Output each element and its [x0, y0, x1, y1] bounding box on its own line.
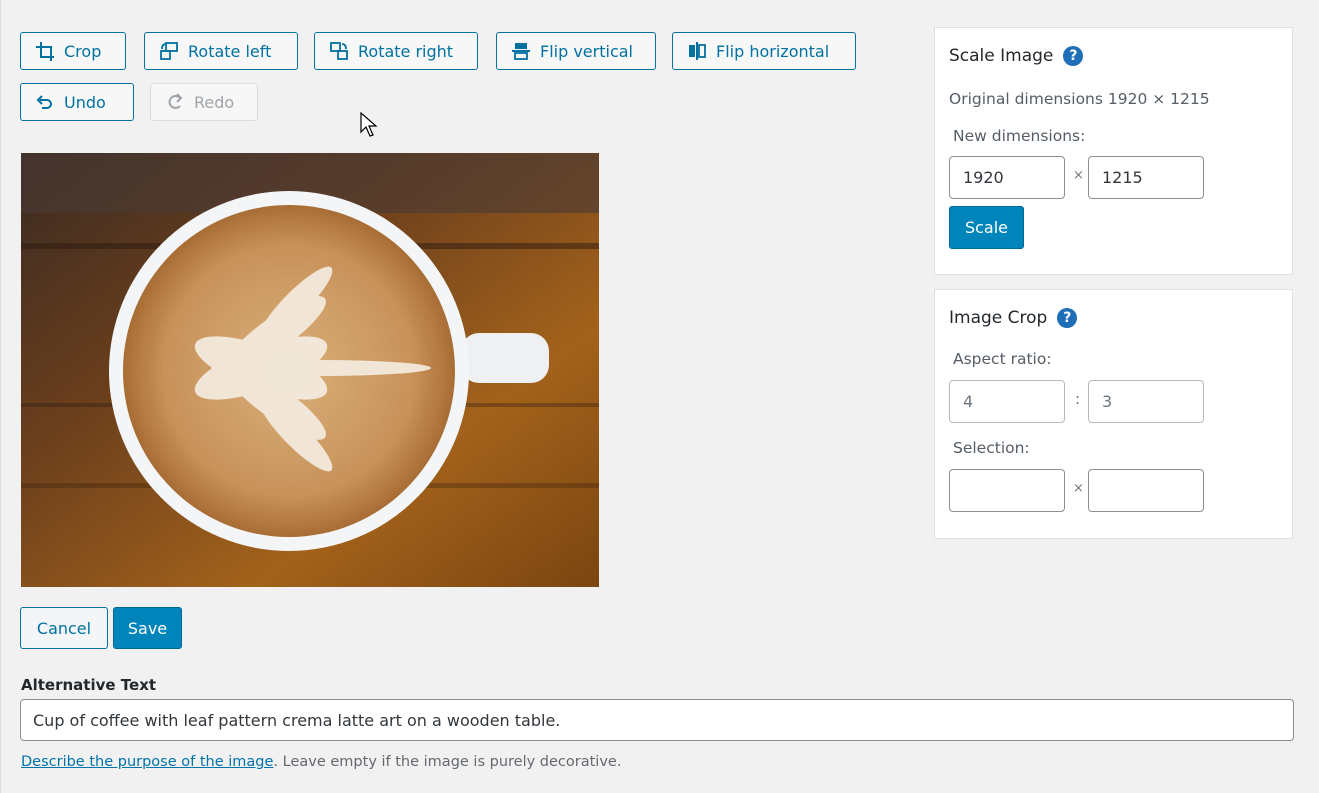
- rotate-left-button[interactable]: Rotate left: [144, 32, 298, 70]
- coffee-photo: [21, 153, 599, 587]
- flip-horizontal-label: Flip horizontal: [716, 41, 830, 61]
- undo-label: Undo: [64, 92, 106, 112]
- aspect-width-input[interactable]: 4: [949, 380, 1065, 423]
- scale-separator: ×: [1073, 168, 1084, 183]
- edited-image[interactable]: [21, 153, 599, 587]
- cancel-button[interactable]: Cancel: [20, 607, 108, 649]
- crop-icon: [36, 42, 54, 61]
- flip-horizontal-icon: [689, 42, 706, 60]
- selection-width-input[interactable]: [949, 469, 1065, 512]
- save-button[interactable]: Save: [113, 607, 182, 649]
- selection-label: Selection:: [953, 439, 1030, 457]
- aspect-height-input[interactable]: 3: [1088, 380, 1204, 423]
- redo-icon: [168, 93, 183, 109]
- alt-text-help: Describe the purpose of the image. Leave…: [21, 754, 621, 770]
- scale-width-input[interactable]: 1920: [949, 156, 1065, 199]
- rotate-left-label: Rotate left: [188, 41, 272, 61]
- original-dimensions: Original dimensions 1920 × 1215: [949, 90, 1210, 108]
- rotate-right-icon: [330, 42, 348, 60]
- help-icon[interactable]: ?: [1057, 308, 1078, 328]
- rotate-right-button[interactable]: Rotate right: [314, 32, 478, 70]
- scale-title-text: Scale Image: [949, 46, 1054, 66]
- flip-vertical-label: Flip vertical: [540, 41, 633, 61]
- redo-label: Redo: [194, 92, 235, 112]
- alt-help-text: . Leave empty if the image is purely dec…: [273, 754, 622, 770]
- undo-icon: [36, 95, 52, 109]
- crop-label: Crop: [64, 41, 102, 61]
- new-dimensions-label: New dimensions:: [953, 127, 1086, 145]
- redo-button[interactable]: Redo: [150, 83, 258, 121]
- scale-panel-title: Scale Image ?: [949, 46, 1084, 66]
- flip-horizontal-button[interactable]: Flip horizontal: [672, 32, 856, 70]
- alt-text-label: Alternative Text: [21, 676, 157, 694]
- image-crop-panel: Image Crop ? Aspect ratio: 4 : 3 Selecti…: [934, 289, 1293, 539]
- crop-panel-title: Image Crop ?: [949, 308, 1078, 328]
- scale-height-input[interactable]: 1215: [1088, 156, 1204, 199]
- scale-image-panel: Scale Image ? Original dimensions 1920 ×…: [934, 27, 1293, 275]
- selection-separator: ×: [1073, 481, 1084, 496]
- alt-text-input[interactable]: Cup of coffee with leaf pattern crema la…: [20, 699, 1294, 741]
- flip-vertical-icon: [512, 43, 530, 60]
- aspect-separator: :: [1075, 390, 1081, 408]
- crop-button[interactable]: Crop: [20, 32, 126, 70]
- undo-button[interactable]: Undo: [20, 83, 134, 121]
- describe-purpose-link[interactable]: Describe the purpose of the image: [21, 754, 273, 770]
- selection-height-input[interactable]: [1088, 469, 1204, 512]
- rotate-right-label: Rotate right: [358, 41, 454, 61]
- mouse-cursor-icon: [360, 112, 378, 137]
- crop-title-text: Image Crop: [949, 308, 1048, 328]
- aspect-ratio-label: Aspect ratio:: [953, 350, 1052, 368]
- scale-button[interactable]: Scale: [949, 206, 1024, 249]
- flip-vertical-button[interactable]: Flip vertical: [496, 32, 656, 70]
- rotate-left-icon: [160, 42, 178, 60]
- help-icon[interactable]: ?: [1063, 46, 1084, 66]
